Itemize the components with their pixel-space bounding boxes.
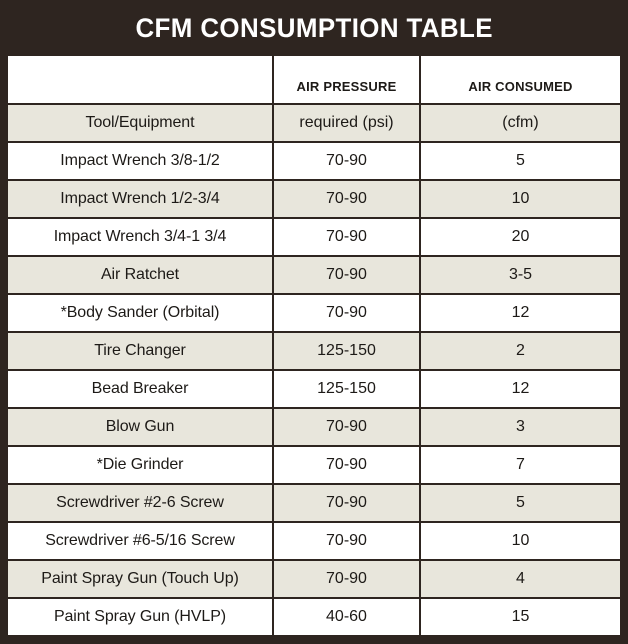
- table-row: Paint Spray Gun (HVLP) 40-60 15: [8, 598, 620, 636]
- cfm-consumption-poster: CFM CONSUMPTION TABLE AIR PRESSURE AIR C…: [0, 0, 628, 644]
- table-row: Tire Changer 125-150 2: [8, 332, 620, 371]
- table-row: *Body Sander (Orbital) 70-90 12: [8, 294, 620, 333]
- page-title: CFM CONSUMPTION TABLE: [135, 12, 493, 43]
- table-header-row: AIR PRESSURE AIR CONSUMED: [8, 56, 620, 105]
- table-row: Bead Breaker 125-150 12: [8, 370, 620, 409]
- table-row: Impact Wrench 3/8-1/2 70-90 5: [8, 142, 620, 181]
- cell-air-pressure-value: 40-60: [273, 598, 421, 636]
- cell-air-consumed-value: 12: [420, 294, 620, 333]
- cell-air-pressure-value: 70-90: [273, 142, 421, 181]
- table-row: Impact Wrench 3/4-1 3/4 70-90 20: [8, 218, 620, 257]
- column-header-tool-blank: [8, 56, 274, 105]
- cell-air-consumed-value: 12: [420, 370, 620, 409]
- cell-air-consumed-value: 3-5: [420, 256, 620, 295]
- table-frame: AIR PRESSURE AIR CONSUMED Tool/Equipment…: [8, 56, 620, 636]
- cell-air-pressure-value: 70-90: [273, 218, 421, 257]
- cell-air-consumed-value: 5: [420, 484, 620, 523]
- cell-air-pressure-value: 70-90: [273, 522, 421, 561]
- cell-air-pressure-value: 125-150: [273, 332, 421, 371]
- cell-tool-name: Tire Changer: [8, 332, 274, 371]
- cell-air-pressure-value: 70-90: [273, 408, 421, 447]
- cell-tool-name: Impact Wrench 3/8-1/2: [8, 142, 274, 181]
- cell-air-pressure-value: 70-90: [273, 484, 421, 523]
- table-row: Blow Gun 70-90 3: [8, 408, 620, 447]
- units-tool-name: Tool/Equipment: [8, 104, 274, 143]
- cell-tool-name: Impact Wrench 1/2-3/4: [8, 180, 274, 219]
- cell-tool-name: Screwdriver #2-6 Screw: [8, 484, 274, 523]
- cell-tool-name: Blow Gun: [8, 408, 274, 447]
- table-row: *Die Grinder 70-90 7: [8, 446, 620, 485]
- column-header-air-pressure: AIR PRESSURE: [273, 56, 421, 105]
- cell-tool-name: Air Ratchet: [8, 256, 274, 295]
- cell-air-consumed-value: 15: [420, 598, 620, 636]
- title-band: CFM CONSUMPTION TABLE: [0, 0, 628, 56]
- cell-air-consumed-value: 7: [420, 446, 620, 485]
- units-air-pressure-value: required (psi): [273, 104, 421, 143]
- cell-air-pressure-value: 125-150: [273, 370, 421, 409]
- cell-tool-name: Paint Spray Gun (HVLP): [8, 598, 274, 636]
- cell-tool-name: Impact Wrench 3/4-1 3/4: [8, 218, 274, 257]
- cell-air-pressure-value: 70-90: [273, 256, 421, 295]
- cell-air-pressure-value: 70-90: [273, 180, 421, 219]
- table-row: Impact Wrench 1/2-3/4 70-90 10: [8, 180, 620, 219]
- cell-tool-name: Bead Breaker: [8, 370, 274, 409]
- cell-air-consumed-value: 3: [420, 408, 620, 447]
- cfm-consumption-table: AIR PRESSURE AIR CONSUMED Tool/Equipment…: [8, 56, 620, 636]
- cell-air-consumed-value: 5: [420, 142, 620, 181]
- cell-tool-name: Paint Spray Gun (Touch Up): [8, 560, 274, 599]
- table-row: Paint Spray Gun (Touch Up) 70-90 4: [8, 560, 620, 599]
- units-air-consumed-value: (cfm): [420, 104, 620, 143]
- cell-air-consumed-value: 2: [420, 332, 620, 371]
- table-row: Screwdriver #6-5/16 Screw 70-90 10: [8, 522, 620, 561]
- cell-air-pressure-value: 70-90: [273, 560, 421, 599]
- table-body: Tool/Equipment required (psi) (cfm) Impact …: [8, 104, 620, 636]
- cell-tool-name: Screwdriver #6-5/16 Screw: [8, 522, 274, 561]
- table-row: Air Ratchet 70-90 3-5: [8, 256, 620, 295]
- table-row: Screwdriver #2-6 Screw 70-90 5: [8, 484, 620, 523]
- cell-air-consumed-value: 20: [420, 218, 620, 257]
- table-head: AIR PRESSURE AIR CONSUMED: [8, 56, 620, 105]
- cell-air-pressure-value: 70-90: [273, 446, 421, 485]
- cell-air-consumed-value: 4: [420, 560, 620, 599]
- column-header-air-consumed: AIR CONSUMED: [420, 56, 620, 105]
- cell-air-consumed-value: 10: [420, 180, 620, 219]
- cell-air-pressure-value: 70-90: [273, 294, 421, 333]
- cell-tool-name: *Die Grinder: [8, 446, 274, 485]
- table-units-row: Tool/Equipment required (psi) (cfm): [8, 104, 620, 143]
- cell-air-consumed-value: 10: [420, 522, 620, 561]
- cell-tool-name: *Body Sander (Orbital): [8, 294, 274, 333]
